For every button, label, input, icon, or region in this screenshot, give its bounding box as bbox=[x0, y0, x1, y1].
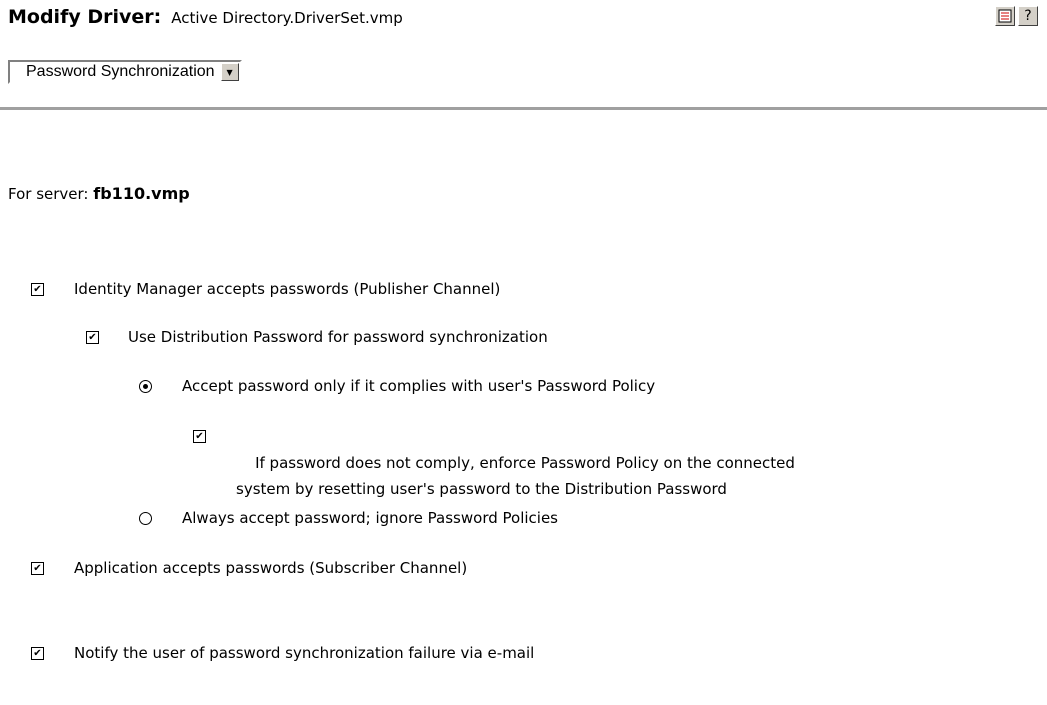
page-selector-value: Password Synchronization bbox=[26, 63, 215, 80]
option-app-accepts-passwords: ✔ Application accepts passwords (Subscri… bbox=[31, 556, 467, 581]
header-divider bbox=[0, 107, 1047, 110]
enforce-policy-line1: If password does not comply, enforce Pas… bbox=[255, 454, 795, 472]
use-distribution-checkbox[interactable]: ✔ bbox=[86, 331, 99, 344]
app-accepts-checkbox[interactable]: ✔ bbox=[31, 562, 44, 575]
enforce-policy-checkbox[interactable]: ✔ bbox=[193, 430, 206, 443]
app-accepts-label: Application accepts passwords (Subscribe… bbox=[74, 559, 468, 577]
always-accept-label: Always accept password; ignore Password … bbox=[182, 509, 558, 527]
option-always-accept: Always accept password; ignore Password … bbox=[139, 506, 558, 531]
page-header: Modify Driver: Active Directory.DriverSe… bbox=[8, 6, 403, 28]
server-name: fb110.vmp bbox=[93, 184, 190, 203]
idm-accepts-label: Identity Manager accepts passwords (Publ… bbox=[74, 280, 501, 298]
always-accept-radio[interactable] bbox=[139, 512, 152, 525]
enforce-policy-line2: system by resetting user's password to t… bbox=[236, 480, 727, 498]
idm-accepts-checkbox[interactable]: ✔ bbox=[31, 283, 44, 296]
help-icon[interactable]: ? bbox=[1018, 6, 1038, 26]
accept-complies-label: Accept password only if it complies with… bbox=[182, 377, 656, 395]
driver-name: Active Directory.DriverSet.vmp bbox=[171, 9, 403, 27]
option-use-distribution-password: ✔ Use Distribution Password for password… bbox=[86, 325, 548, 350]
notify-user-label: Notify the user of password synchronizat… bbox=[74, 644, 535, 662]
tasks-icon[interactable] bbox=[995, 6, 1015, 26]
toolbar-icons: ? bbox=[995, 6, 1038, 26]
server-info: For server: fb110.vmp bbox=[8, 184, 190, 203]
option-idm-accepts-passwords: ✔ Identity Manager accepts passwords (Pu… bbox=[31, 277, 500, 302]
accept-complies-radio[interactable] bbox=[139, 380, 152, 393]
option-accept-complies: Accept password only if it complies with… bbox=[139, 374, 655, 399]
chevron-down-icon[interactable]: ▼ bbox=[220, 63, 239, 81]
page-selector-dropdown[interactable]: Password Synchronization ▼ bbox=[8, 60, 242, 84]
server-label: For server: bbox=[8, 185, 89, 203]
option-notify-user: ✔ Notify the user of password synchroniz… bbox=[31, 641, 534, 666]
notify-user-checkbox[interactable]: ✔ bbox=[31, 647, 44, 660]
page-title-label: Modify Driver: bbox=[8, 6, 162, 28]
use-distribution-label: Use Distribution Password for password s… bbox=[128, 328, 548, 346]
